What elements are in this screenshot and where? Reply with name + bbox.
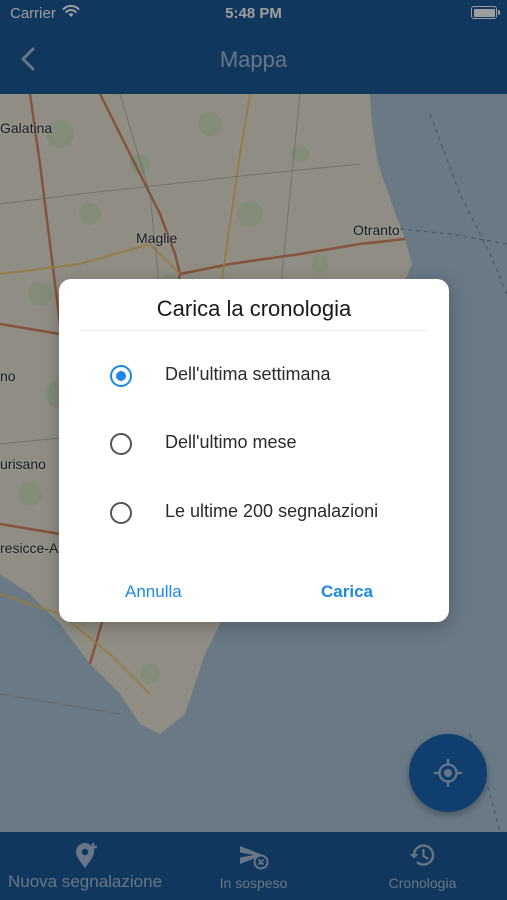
history-dialog: Carica la cronologia Dell'ultima settima… bbox=[59, 279, 449, 622]
option-label: Le ultime 200 segnalazioni bbox=[165, 501, 379, 521]
option-label: Dell'ultima settimana bbox=[165, 364, 331, 384]
radio-unselected-icon[interactable] bbox=[110, 502, 132, 524]
radio-selected-icon[interactable] bbox=[110, 365, 132, 387]
dialog-title: Carica la cronologia bbox=[156, 296, 352, 321]
option-last-week[interactable]: Dell'ultima settimana bbox=[59, 351, 449, 401]
cancel-button[interactable]: Annulla bbox=[125, 582, 182, 602]
radio-unselected-icon[interactable] bbox=[110, 433, 132, 455]
screen: Galatina Maglie Otranto no urisano resic… bbox=[0, 0, 507, 900]
load-button[interactable]: Carica bbox=[321, 582, 373, 602]
option-label: Dell'ultimo mese bbox=[165, 432, 297, 452]
dialog-divider bbox=[81, 330, 427, 331]
option-last-month[interactable]: Dell'ultimo mese bbox=[59, 419, 449, 469]
option-last-200[interactable]: Le ultime 200 segnalazioni bbox=[59, 488, 449, 538]
